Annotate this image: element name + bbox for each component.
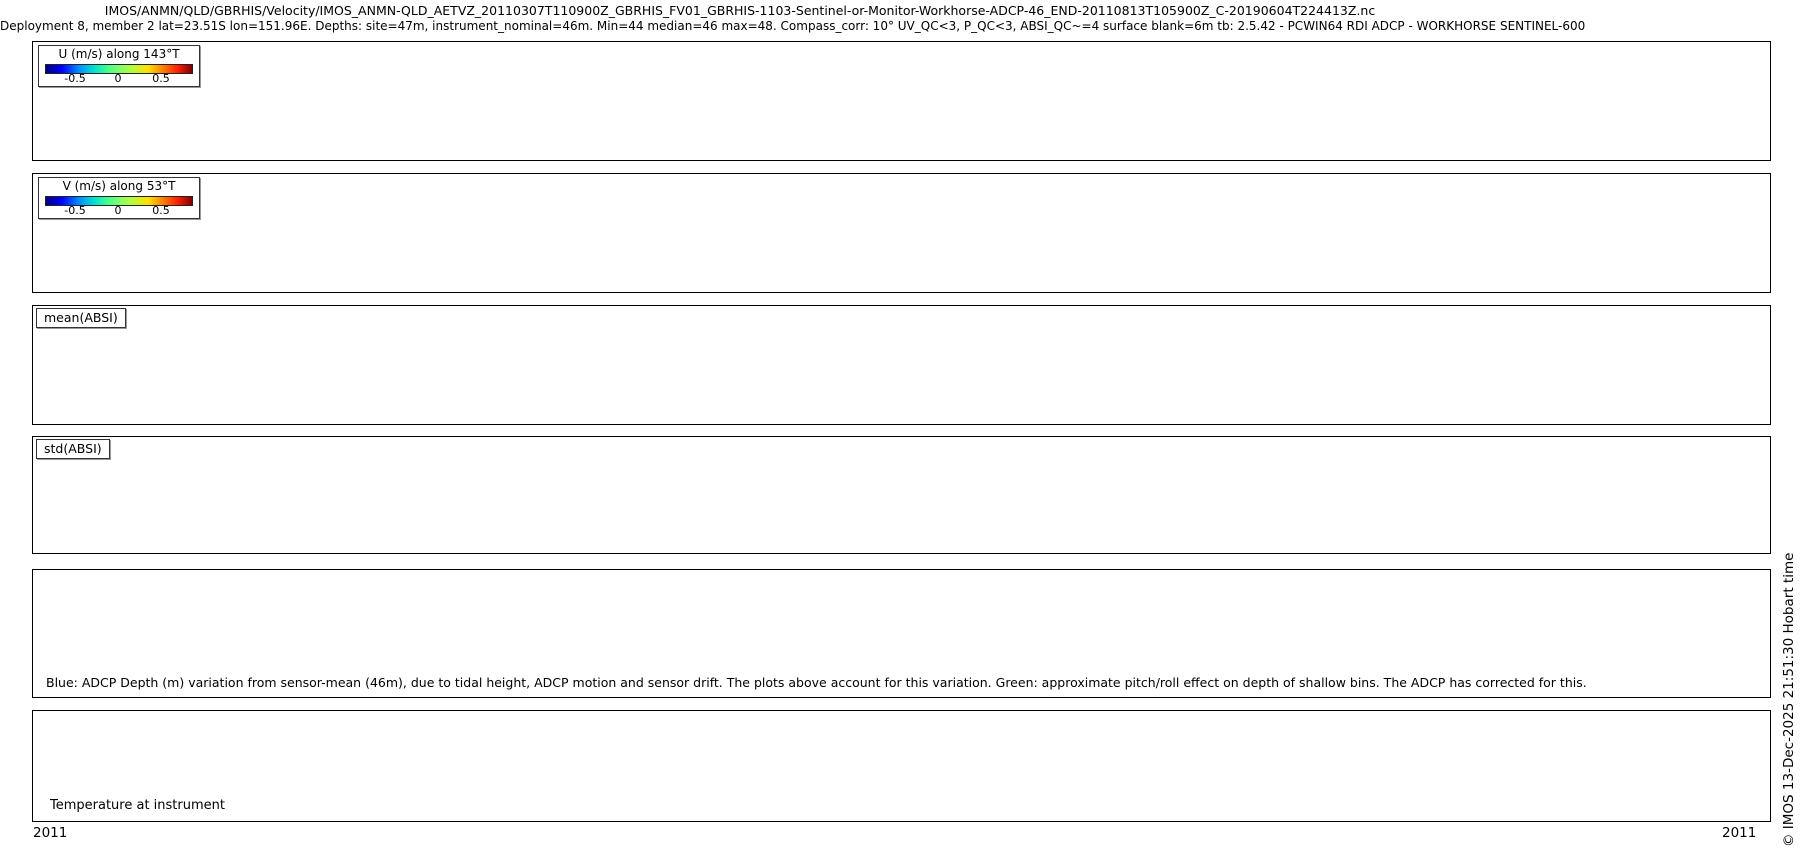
figure-title-filename: IMOS/ANMN/QLD/GBRHIS/Velocity/IMOS_ANMN-…: [0, 3, 1480, 18]
adcp-diagnostic-figure: IMOS/ANMN/QLD/GBRHIS/Velocity/IMOS_ANMN-…: [0, 0, 1800, 850]
panel-u-velocity: [32, 41, 1771, 161]
u-colorbar-tick: -0.5: [64, 72, 85, 85]
mean-absi-label: mean(ABSI): [36, 308, 126, 328]
u-colorbar-tick: 0.5: [152, 72, 170, 85]
u-legend-title: U (m/s) along 143°T: [39, 47, 199, 61]
u-colorbar-tick: 0: [115, 72, 122, 85]
depth-variation-caption: Blue: ADCP Depth (m) variation from sens…: [46, 675, 1587, 690]
u-colorbar-legend: U (m/s) along 143°T -0.5 0 0.5: [38, 45, 200, 87]
imos-watermark: © IMOS 13-Dec-2025 21:51:30 Hobart time: [1781, 553, 1797, 847]
std-absi-label: std(ABSI): [36, 439, 110, 459]
v-colorbar-tick: 0: [115, 204, 122, 217]
u-velocity-heatmap: [33, 42, 1770, 160]
panel-temperature: [32, 710, 1771, 822]
panel-std-absi: [32, 436, 1771, 554]
v-velocity-heatmap: [33, 174, 1770, 292]
temperature-inline-label: Temperature at instrument: [50, 798, 225, 813]
figure-subtitle-deployment: Deployment 8, member 2 lat=23.51S lon=15…: [0, 19, 1480, 33]
x-axis-year-right: 2011: [1722, 825, 1756, 841]
v-colorbar-tick: -0.5: [64, 204, 85, 217]
mean-absi-heatmap: [33, 306, 1770, 424]
v-colorbar-legend: V (m/s) along 53°T -0.5 0 0.5: [38, 177, 200, 219]
std-absi-heatmap: [33, 437, 1770, 553]
panel-v-velocity: [32, 173, 1771, 293]
v-colorbar-tick: 0.5: [152, 204, 170, 217]
x-axis-year-left: 2011: [33, 825, 67, 841]
v-legend-title: V (m/s) along 53°T: [39, 179, 199, 193]
panel-mean-absi: [32, 305, 1771, 425]
temperature-trace: [33, 711, 1770, 821]
